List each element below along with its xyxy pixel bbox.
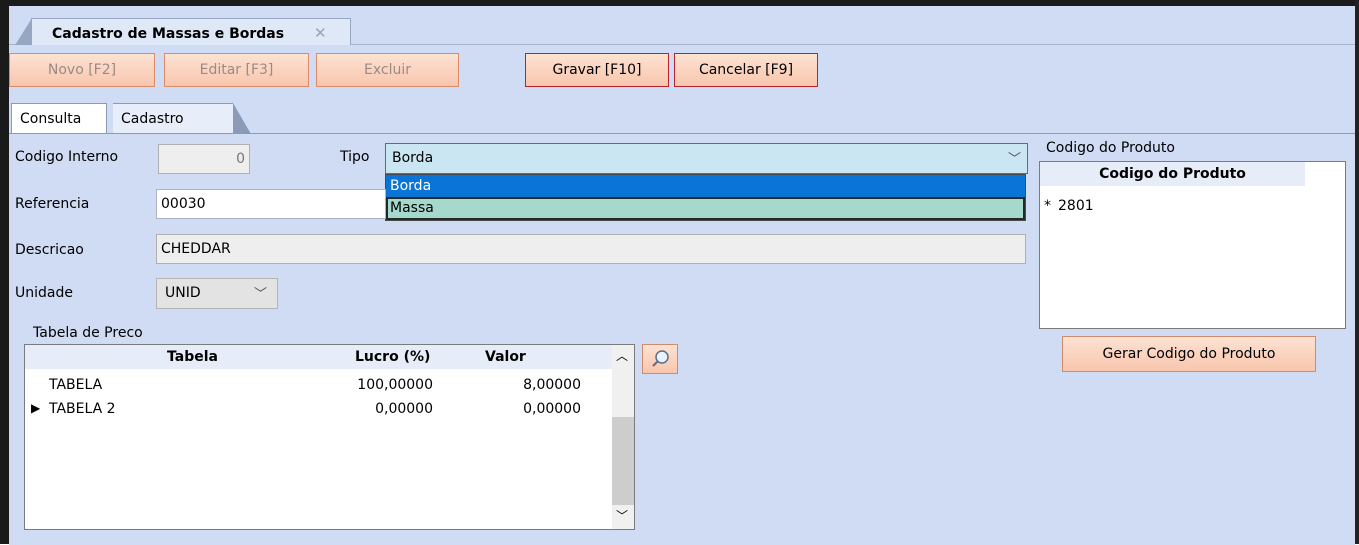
scroll-down-icon[interactable]: ﹀ xyxy=(616,507,628,524)
application-window: Cadastro de Massas e Bordas ✕ Novo [F2] … xyxy=(0,0,1359,545)
novo-button[interactable]: Novo [F2] xyxy=(9,53,155,87)
document-tab-strip: Cadastro de Massas e Bordas ✕ xyxy=(9,6,1355,51)
tipo-select[interactable]: Borda ﹀ xyxy=(385,143,1028,174)
unidade-selected-value: UNID xyxy=(165,285,201,301)
descricao-label: Descricao xyxy=(15,242,84,258)
row-pointer-icon: ▶ xyxy=(31,401,41,415)
column-header-valor[interactable]: Valor xyxy=(485,345,526,369)
cell-codigo-produto: 2801 xyxy=(1058,198,1094,214)
codigo-interno-label: Codigo Interno xyxy=(15,149,119,165)
chevron-down-icon[interactable]: ﹀ xyxy=(254,283,267,302)
codigo-interno-field[interactable]: 0 xyxy=(158,144,250,174)
magnifier-icon xyxy=(652,350,669,367)
price-table-header: Tabela Lucro (%) Valor xyxy=(25,345,613,369)
unidade-select[interactable]: UNID ﹀ xyxy=(156,278,278,309)
doc-tab-title: Cadastro de Massas e Bordas xyxy=(52,26,285,42)
cell-valor: 8,00000 xyxy=(523,377,581,393)
descricao-field[interactable]: CHEDDAR xyxy=(156,234,1026,264)
codigo-produto-column-header[interactable]: Codigo do Produto xyxy=(1040,162,1305,186)
cell-valor: 0,00000 xyxy=(523,401,581,417)
tipo-selected-value: Borda xyxy=(392,150,434,166)
close-icon[interactable]: ✕ xyxy=(314,24,327,42)
chevron-down-icon[interactable]: ﹀ xyxy=(1008,148,1021,167)
codigo-produto-grid: Codigo do Produto * 2801 xyxy=(1039,161,1346,329)
cancelar-button[interactable]: Cancelar [F9] xyxy=(674,53,818,87)
table-row[interactable]: ▶ TABELA 2 0,00000 0,00000 xyxy=(25,401,613,423)
codigo-produto-group-label: Codigo do Produto xyxy=(1046,140,1175,156)
table-row[interactable]: * 2801 xyxy=(1044,198,1304,220)
table-row[interactable]: TABELA 100,00000 8,00000 xyxy=(25,377,613,399)
toolbar: Novo [F2] Editar [F3] Excluir Gravar [F1… xyxy=(9,45,1355,93)
cell-tabela: TABELA xyxy=(49,377,103,393)
price-table-grid: Tabela Lucro (%) Valor TABELA 100,00000 … xyxy=(24,344,635,530)
window-frame-left xyxy=(0,0,9,544)
window-frame-right xyxy=(1355,0,1359,544)
column-header-lucro[interactable]: Lucro (%) xyxy=(355,345,430,369)
referencia-field[interactable]: 00030 xyxy=(156,189,386,219)
excluir-button[interactable]: Excluir xyxy=(316,53,459,87)
tab-consulta[interactable]: Consulta xyxy=(11,103,107,133)
cell-lucro: 100,00000 xyxy=(357,377,433,393)
tipo-dropdown-list: Borda Massa xyxy=(385,174,1026,221)
tab-cadastro[interactable]: Cadastro xyxy=(113,103,251,134)
referencia-label: Referencia xyxy=(15,196,90,212)
cell-tabela: TABELA 2 xyxy=(49,401,116,417)
tipo-label: Tipo xyxy=(340,149,370,165)
unidade-label: Unidade xyxy=(15,285,73,301)
column-header-tabela[interactable]: Tabela xyxy=(167,345,218,369)
search-button[interactable] xyxy=(642,344,678,374)
editar-button[interactable]: Editar [F3] xyxy=(164,53,309,87)
new-row-marker: * xyxy=(1044,198,1051,214)
price-table-scrollbar[interactable]: ︿ ﹀ xyxy=(612,345,634,529)
gerar-codigo-produto-button[interactable]: Gerar Codigo do Produto xyxy=(1062,336,1316,372)
scrollbar-thumb[interactable] xyxy=(612,417,634,505)
scroll-up-icon[interactable]: ︿ xyxy=(616,347,628,364)
tipo-option-borda[interactable]: Borda xyxy=(386,175,1025,197)
gravar-button[interactable]: Gravar [F10] xyxy=(525,53,669,87)
tipo-option-massa[interactable]: Massa xyxy=(386,197,1025,220)
tabela-preco-group-label: Tabela de Preco xyxy=(33,325,143,341)
cell-lucro: 0,00000 xyxy=(375,401,433,417)
subtab-bar: Consulta Cadastro xyxy=(9,103,1355,134)
